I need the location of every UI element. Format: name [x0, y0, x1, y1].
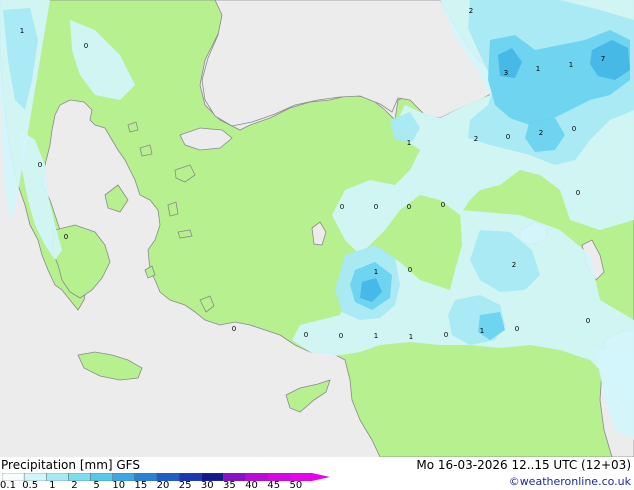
- point-label: 0: [444, 331, 448, 339]
- legend-title: Precipitation [mm] GFS: [1, 458, 140, 472]
- point-label: 0: [374, 203, 378, 211]
- point-label: 2: [512, 261, 516, 269]
- scale-tick-label: 30: [200, 480, 214, 490]
- point-label: 1: [407, 139, 411, 147]
- point-label: 1: [480, 327, 484, 335]
- scale-tick-label: 0.1: [0, 480, 16, 490]
- scale-tick-label: 10: [112, 480, 126, 490]
- point-label: 0: [441, 201, 445, 209]
- scale-tick-label: 2: [71, 480, 78, 490]
- scale-tick-label: 40: [245, 480, 258, 490]
- point-label: 0: [506, 133, 510, 141]
- point-label: 7: [601, 55, 605, 63]
- point-label: 0: [340, 203, 344, 211]
- point-label: 0: [38, 161, 42, 169]
- scale-tick-label: 35: [223, 480, 236, 490]
- point-label: 0: [407, 203, 411, 211]
- point-label: 1: [374, 268, 378, 276]
- land-chios: [167, 201, 179, 217]
- point-label: 2: [474, 135, 478, 143]
- point-label: 0: [576, 189, 580, 197]
- scale-tick-label: 25: [178, 480, 192, 490]
- point-label: 1: [536, 65, 540, 73]
- weather-map-page: 2 1 0 3 1 1 7 0 1 2 0 2 0 0 0 0 0 0 2 1 …: [0, 0, 634, 490]
- point-label: 0: [586, 317, 590, 325]
- point-label: 2: [539, 129, 543, 137]
- point-label: 2: [469, 7, 473, 15]
- scale-tick-label: 50: [289, 480, 303, 490]
- scale-tick-label: 0.5: [22, 480, 39, 490]
- point-label: 0: [304, 331, 308, 339]
- point-label: 3: [504, 69, 508, 77]
- scale-tick-label: 45: [267, 480, 281, 490]
- point-label: 0: [515, 325, 519, 333]
- point-label: 1: [374, 332, 378, 340]
- point-label: 1: [20, 27, 24, 35]
- point-label: 0: [232, 325, 236, 333]
- scale-tick-label: 20: [156, 480, 170, 490]
- point-label: 0: [408, 266, 412, 274]
- point-label: 0: [64, 233, 68, 241]
- point-label: 1: [569, 61, 573, 69]
- point-label: 0: [339, 332, 343, 340]
- scale-arrow: [312, 473, 330, 481]
- credit-link[interactable]: ©weatheronline.co.uk: [509, 475, 631, 489]
- forecast-datetime: Mo 16-03-2026 12..15 UTC (12+03): [416, 458, 631, 472]
- scale-tick-label: 1: [49, 480, 56, 490]
- scale-tick-label: 5: [93, 480, 100, 490]
- point-label: 1: [409, 333, 413, 341]
- scale-tick-label: 15: [134, 480, 148, 490]
- point-label: 0: [84, 42, 88, 50]
- legend-footer: Precipitation [mm] GFS Mo 16-03-2026 12.…: [0, 457, 634, 490]
- point-label: 0: [572, 125, 576, 133]
- precipitation-map: 2 1 0 3 1 1 7 0 1 2 0 2 0 0 0 0 0 0 2 1 …: [0, 0, 634, 457]
